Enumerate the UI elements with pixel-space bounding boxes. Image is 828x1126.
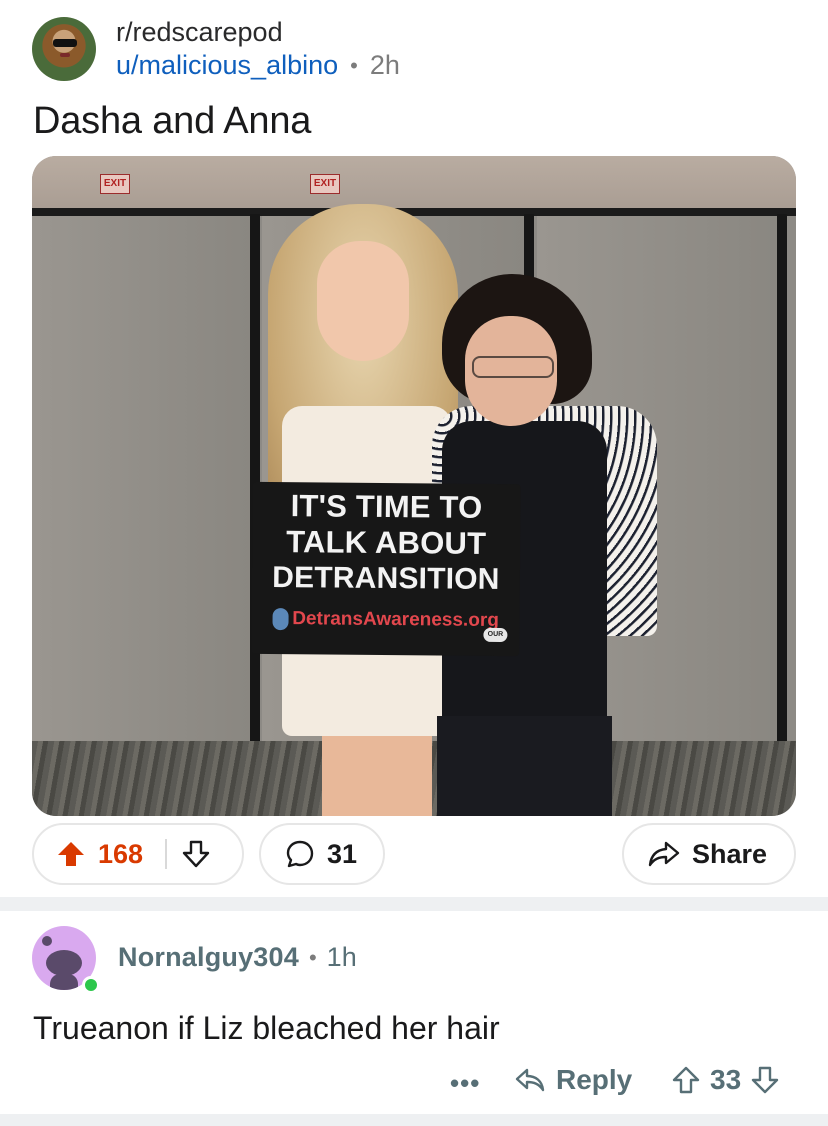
- comment-author[interactable]: Nornalguy304: [118, 942, 299, 973]
- reply-icon: [514, 1066, 546, 1094]
- glasses: [472, 356, 554, 378]
- section-divider: [0, 897, 828, 911]
- sign-url-text: DetransAwareness.org: [292, 608, 499, 631]
- sign-line-1: IT'S TIME TO: [290, 488, 483, 525]
- reply-label: Reply: [556, 1064, 633, 1095]
- upvote-count: 168: [98, 838, 144, 869]
- person-left-face: [317, 241, 409, 361]
- post-header: r/redscarepod u/malicious_albino • 2h: [32, 16, 400, 82]
- post-meta: r/redscarepod u/malicious_albino • 2h: [116, 16, 400, 82]
- upvote-icon[interactable]: [672, 1066, 700, 1094]
- sign-badge: OUR: [483, 627, 508, 643]
- share-button[interactable]: Share: [622, 823, 796, 885]
- post-action-bar: 168 31 Share: [32, 823, 796, 887]
- post-image[interactable]: EXIT EXIT IT'S TIME TO TALK ABOUT DETRAN…: [32, 156, 796, 816]
- meta-separator: •: [350, 53, 358, 78]
- person-right-pants: [437, 716, 612, 816]
- snoo-antenna: [42, 936, 52, 946]
- meta-separator: •: [308, 944, 317, 970]
- partition-panel: [32, 216, 250, 746]
- exit-sign: EXIT: [310, 174, 340, 194]
- exit-sign: EXIT: [100, 174, 130, 194]
- sign-line-3: DETRANSITION: [272, 561, 500, 596]
- partition-post: [777, 214, 787, 749]
- comment-meta: Nornalguy304 • 1h: [118, 942, 357, 973]
- vote-separator: [165, 839, 168, 869]
- share-label: Share: [692, 838, 768, 869]
- comments-button[interactable]: 31: [259, 823, 385, 885]
- subreddit-link[interactable]: r/redscarepod: [116, 16, 400, 49]
- sign-line-2: TALK ABOUT: [286, 524, 487, 561]
- comment-body: Trueanon if Liz bleached her hair: [33, 1010, 500, 1046]
- online-indicator: [82, 976, 100, 994]
- downvote-icon[interactable]: [181, 840, 211, 868]
- share-icon: [648, 840, 680, 868]
- ceiling: [32, 156, 796, 214]
- protest-sign: IT'S TIME TO TALK ABOUT DETRANSITION Det…: [251, 481, 521, 657]
- comment-icon: [285, 839, 315, 869]
- partition-top: [32, 208, 796, 216]
- vote-control: 168: [32, 823, 244, 885]
- author-row: u/malicious_albino • 2h: [116, 49, 400, 82]
- more-icon[interactable]: •••: [450, 1068, 480, 1099]
- sign-logo-icon: [272, 608, 289, 631]
- post-age: 2h: [369, 50, 400, 80]
- author-link[interactable]: u/malicious_albino: [116, 49, 338, 82]
- comment-vote-control: 33: [672, 1064, 779, 1096]
- subreddit-avatar[interactable]: [32, 17, 96, 81]
- bottom-divider: [0, 1114, 828, 1126]
- sunglasses: [53, 39, 77, 47]
- comment-score: 33: [710, 1064, 742, 1095]
- comment-age: 1h: [326, 942, 357, 972]
- mouth: [60, 53, 70, 57]
- comment-count: 31: [327, 838, 358, 869]
- snoo-body: [50, 974, 78, 990]
- downvote-icon[interactable]: [751, 1066, 779, 1094]
- upvote-icon[interactable]: [56, 840, 86, 868]
- post-title[interactable]: Dasha and Anna: [33, 100, 311, 143]
- snoo-head: [46, 950, 82, 976]
- comment-action-bar: ••• Reply 33: [0, 1062, 828, 1106]
- sign-url: DetransAwareness.org: [272, 608, 499, 632]
- reply-button[interactable]: Reply: [514, 1064, 632, 1096]
